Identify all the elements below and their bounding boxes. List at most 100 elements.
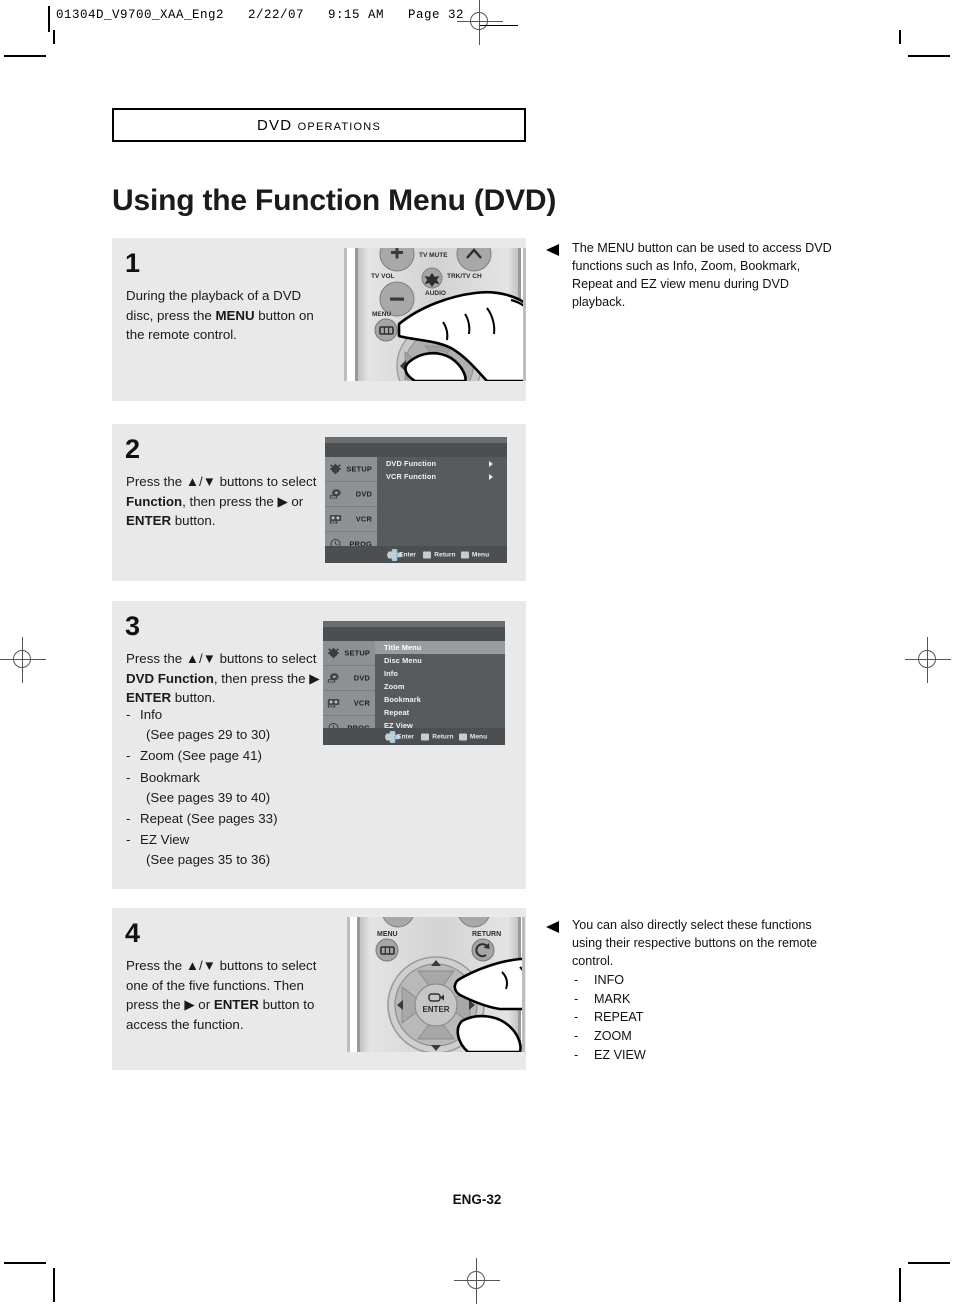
osd-hint-return: Return	[423, 551, 456, 558]
function-list-item-label: EZ View	[140, 832, 190, 848]
osd-item-column: DVD Function VCR Function	[377, 457, 507, 546]
note-list-item: - ZOOM	[572, 1027, 836, 1046]
osd-tab-setup[interactable]: SETUP	[323, 641, 375, 666]
chevron-right-icon	[489, 473, 493, 480]
osd-menu-item[interactable]: Title Menu	[375, 641, 505, 654]
osd-tab-vcr[interactable]: VCR VCR	[325, 507, 377, 532]
footer-page-number: ENG-32	[452, 1192, 502, 1207]
note-direct-buttons-list: - INFO - MARK - REPEAT - ZOOM - EZ VIEW	[546, 971, 836, 1065]
function-list-item-label: Repeat (See pages 33)	[140, 811, 278, 827]
step-block-2: 2 Press the ▲/▼ buttons to select Functi…	[112, 424, 526, 581]
function-list-item: - EZ View (See pages 35 to 36)	[126, 830, 336, 870]
emphasis-text: ENTER	[126, 690, 172, 706]
svg-text:TV VOL: TV VOL	[371, 273, 395, 280]
osd-hint-label: Return	[432, 733, 454, 740]
osd-hint-enter: Enter	[388, 551, 416, 558]
remote-photo-menu-button: TV MUTE TV VOL TRK/TV CH AUDIO MENU	[344, 248, 526, 381]
osd-item-column: Title Menu Disc Menu Info Zoom Bookmark Repea…	[375, 641, 505, 730]
osd-menu-item[interactable]: Bookmark	[375, 693, 505, 706]
osd-hint-return: Return	[421, 733, 454, 740]
gear-icon	[329, 463, 342, 475]
note-list-item: - MARK	[572, 990, 836, 1009]
emphasis-text: DVD Function	[126, 670, 214, 686]
osd-menu-item[interactable]: Repeat	[375, 706, 505, 719]
function-list-item: - Repeat (See pages 33)	[126, 809, 336, 829]
osd-hint-menu: Menu	[458, 733, 488, 740]
enter-key-icon	[388, 551, 397, 558]
svg-text:RETURN: RETURN	[472, 931, 501, 938]
note-list-item-label: REPEAT	[594, 1010, 644, 1025]
list-dash: -	[574, 1029, 579, 1044]
osd-tab-dvd[interactable]: DVD DVD	[323, 666, 375, 691]
osd-menu-item[interactable]: Zoom	[375, 680, 505, 693]
osd-tab-label: DVD	[355, 489, 372, 499]
list-dash: -	[126, 811, 131, 827]
osd-menu-item[interactable]: Disc Menu	[375, 654, 505, 667]
manual-page: DVD Operations Using the Function Menu (…	[0, 0, 954, 1304]
function-list-item-reference: (See pages 29 to 30)	[146, 727, 271, 743]
step-number-4: 4	[125, 918, 141, 948]
step-function-list: - Info (See pages 29 to 30) - Zoom (See page…	[126, 705, 336, 872]
osd-tab-label: VCR	[353, 698, 370, 708]
body-text: , then press the ▶ or	[213, 670, 336, 686]
note-direct-buttons-text: You can also directly select these funct…	[572, 918, 818, 968]
note-arrow-icon	[546, 244, 559, 256]
note-list-item-label: EZ VIEW	[594, 1048, 646, 1063]
osd-tab-setup[interactable]: SETUP	[325, 457, 377, 482]
note-list-item-label: INFO	[594, 972, 625, 987]
body-text: Press the ▲/▼ buttons to select	[126, 651, 317, 666]
osd-menu-item[interactable]: DVD Function	[377, 457, 507, 470]
gear-icon	[327, 647, 340, 659]
cassette-icon: VCR	[327, 698, 340, 709]
disc-icon: DVD	[329, 489, 342, 500]
return-key-icon	[423, 551, 432, 558]
function-list-item-label: Info	[140, 707, 163, 722]
osd-tab-vcr[interactable]: VCR VCR	[323, 691, 375, 716]
list-dash: -	[574, 1048, 579, 1063]
step-text-1: During the playback of a DVD disc, press…	[126, 286, 326, 345]
body-text: , then press the ▶ or	[182, 493, 304, 509]
remote-illustration-4: MENU RETURN ENTER	[350, 917, 522, 1052]
osd-tab-dvd[interactable]: DVD DVD	[325, 482, 377, 507]
osd-hint-bar: Enter Return Menu	[325, 546, 507, 563]
note-list-item-label: MARK	[594, 991, 631, 1006]
osd-hint-label: Menu	[469, 733, 488, 740]
step-block-3: 3 Press the ▲/▼ buttons to select DVD Fu…	[112, 601, 526, 889]
osd-title-bar	[323, 627, 505, 641]
svg-text:DVD: DVD	[329, 679, 335, 683]
step-block-1: 1 During the playback of a DVD disc, pre…	[112, 238, 526, 401]
svg-text:MENU: MENU	[377, 931, 398, 938]
osd-dvd-function-menu: SETUPDVDDVDVCRVCRPROGFUNC Title MenuDisc…	[323, 621, 505, 745]
svg-text:TRK/TV CH: TRK/TV CH	[447, 273, 482, 280]
step-text-2: Press the ▲/▼ buttons to select Function…	[126, 472, 326, 531]
function-list-item-reference: (See pages 35 to 36)	[146, 852, 271, 868]
return-key-icon	[421, 733, 430, 740]
list-dash: -	[574, 991, 579, 1006]
section-header-box: DVD Operations	[112, 108, 526, 142]
body-text: Press the ▲/▼ buttons to select	[126, 474, 317, 489]
osd-menu-item[interactable]: VCR Function	[377, 470, 507, 483]
list-dash: -	[126, 769, 131, 785]
remote-illustration-1: TV MUTE TV VOL TRK/TV CH AUDIO MENU	[347, 248, 523, 381]
osd-tab-column: SETUPDVDDVDVCRVCRPROGFUNC	[325, 457, 377, 563]
section-header-word: Operations	[297, 116, 381, 134]
svg-text:VCR: VCR	[331, 522, 336, 524]
list-dash: -	[126, 832, 131, 848]
list-dash: -	[126, 707, 131, 722]
svg-text:TV MUTE: TV MUTE	[419, 252, 448, 259]
step-block-4: 4 Press the ▲/▼ buttons to select one of…	[112, 908, 526, 1070]
osd-tab-label: SETUP	[346, 464, 372, 474]
svg-text:MENU: MENU	[372, 311, 391, 318]
body-text: button.	[171, 690, 216, 706]
menu-key-icon	[458, 733, 467, 740]
osd-function-menu: SETUPDVDDVDVCRVCRPROGFUNC DVD FunctionVC…	[325, 437, 507, 563]
osd-tab-label: SETUP	[344, 648, 370, 658]
osd-menu-item[interactable]: Info	[375, 667, 505, 680]
note-arrow-icon	[546, 921, 559, 933]
osd-hint-label: Enter	[399, 551, 416, 558]
osd-tab-column: SETUPDVDDVDVCRVCRPROGFUNC	[323, 641, 375, 745]
body-text: button.	[171, 513, 216, 529]
function-list-item-label: Bookmark	[140, 769, 200, 785]
disc-icon: DVD	[327, 673, 340, 684]
step-text-3: Press the ▲/▼ buttons to select DVD Func…	[126, 649, 338, 708]
